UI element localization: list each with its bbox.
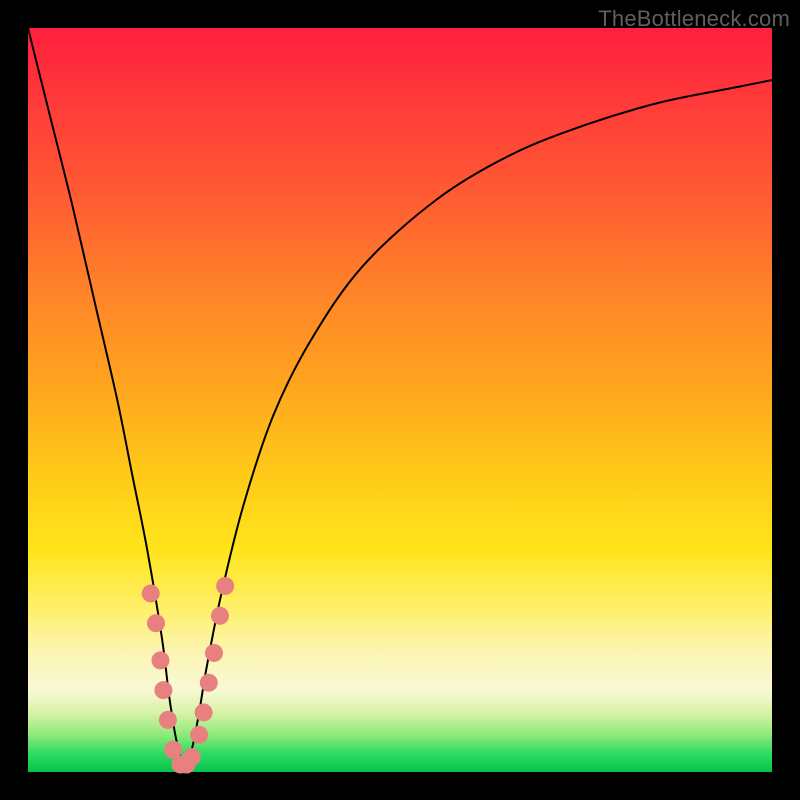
bottleneck-curve bbox=[28, 28, 772, 765]
data-marker bbox=[183, 748, 201, 766]
data-marker bbox=[195, 703, 213, 721]
data-marker bbox=[205, 644, 223, 662]
data-marker bbox=[216, 577, 234, 595]
data-marker bbox=[142, 584, 160, 602]
data-marker bbox=[200, 674, 218, 692]
watermark-text: TheBottleneck.com bbox=[598, 6, 790, 32]
plot-area bbox=[28, 28, 772, 772]
chart-svg bbox=[28, 28, 772, 772]
marker-group bbox=[142, 577, 234, 774]
data-marker bbox=[190, 726, 208, 744]
data-marker bbox=[151, 651, 169, 669]
data-marker bbox=[159, 711, 177, 729]
data-marker bbox=[154, 681, 172, 699]
data-marker bbox=[147, 614, 165, 632]
chart-frame: TheBottleneck.com bbox=[0, 0, 800, 800]
data-marker bbox=[211, 607, 229, 625]
